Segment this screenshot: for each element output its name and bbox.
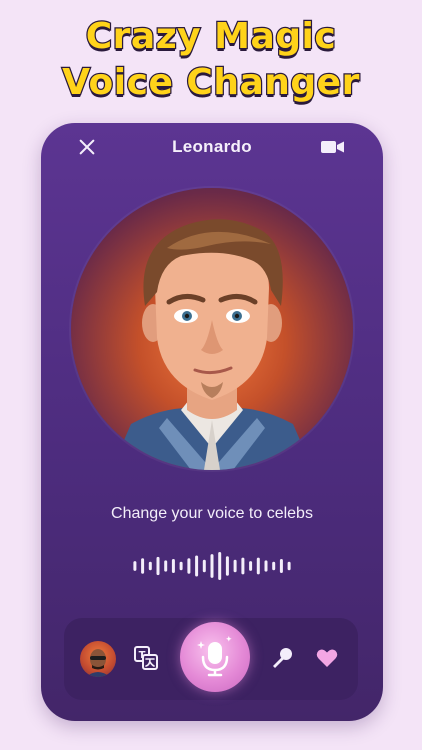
waveform-bar [187, 558, 191, 574]
voice-waveform [133, 552, 291, 580]
bottom-control-bar: T [64, 618, 358, 700]
heart-icon[interactable] [316, 648, 338, 668]
waveform-bar [156, 556, 160, 576]
waveform-bar [241, 557, 245, 575]
waveform-bar [233, 559, 237, 573]
waveform-bar [179, 561, 183, 571]
voice-avatar-button[interactable] [80, 641, 116, 677]
waveform-bar [164, 560, 168, 572]
voice-call-card: Leonardo Change your voice to celebs T [41, 123, 383, 721]
waveform-bar [249, 561, 253, 571]
waveform-bar [279, 559, 283, 573]
headline-line-1: Crazy Magic [85, 15, 338, 59]
waveform-bar [171, 559, 175, 573]
call-subtitle: Change your voice to celebs [111, 505, 313, 522]
waveform-bar [256, 557, 260, 575]
headline-line-2: Voice Changer [61, 61, 361, 105]
record-voice-button[interactable] [180, 622, 250, 692]
waveform-bar [133, 561, 137, 571]
video-camera-icon[interactable] [321, 140, 345, 154]
waveform-bar [210, 554, 214, 578]
waveform-bar [202, 559, 206, 573]
waveform-bar [141, 558, 145, 574]
waveform-bar [225, 556, 229, 576]
celebrity-avatar [71, 188, 353, 470]
microphone-icon [197, 636, 232, 677]
translate-icon[interactable]: T [134, 646, 158, 670]
waveform-bar [218, 552, 222, 580]
waveform-bar [148, 561, 152, 571]
celebrity-portrait [111, 219, 313, 470]
waveform-bar [264, 560, 268, 572]
mini-avatar-portrait [86, 649, 110, 677]
app-headline: Crazy Magic Voice Changer [0, 14, 422, 106]
call-header: Leonardo [41, 123, 383, 173]
waveform-bar [195, 555, 199, 577]
waveform-bar [272, 561, 276, 571]
waveform-bar [287, 561, 291, 571]
handheld-microphone-icon[interactable] [270, 646, 294, 670]
